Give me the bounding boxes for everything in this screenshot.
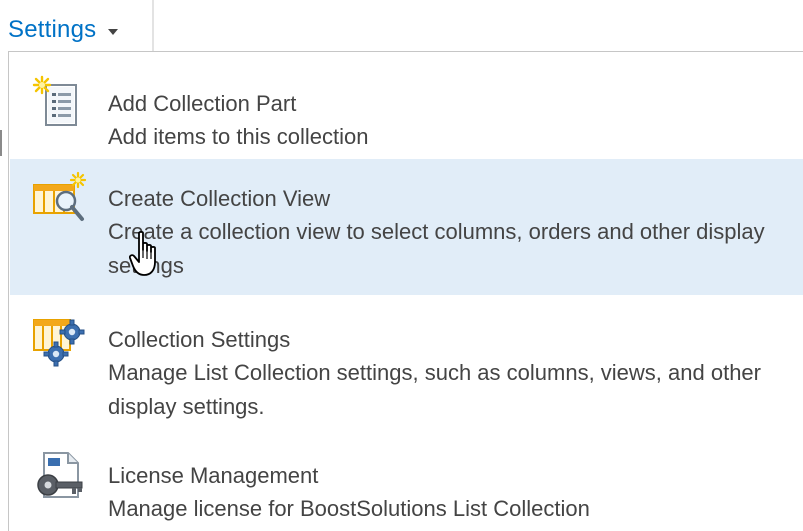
- menu-item-text: Add Collection Part Add items to this co…: [108, 88, 792, 154]
- settings-menu-label: Settings: [8, 16, 97, 43]
- menu-item-description: Manage license for BoostSolutions List C…: [108, 496, 590, 521]
- menu-item-text: License Management Manage license for Bo…: [108, 460, 792, 526]
- menu-item-text: Create Collection View Create a collecti…: [108, 183, 792, 283]
- menu-item-text: Collection Settings Manage List Collecti…: [108, 324, 792, 424]
- settings-dropdown-menu: Add Collection Part Add items to this co…: [8, 51, 803, 531]
- menu-item-create-collection-view[interactable]: Create Collection View Create a collecti…: [10, 159, 803, 295]
- create-view-magnifier-icon: [33, 171, 87, 221]
- menu-item-title: Collection Settings: [108, 327, 291, 352]
- add-part-document-icon: [32, 75, 77, 126]
- menu-item-description: Add items to this collection: [108, 124, 369, 149]
- menu-item-collection-settings[interactable]: Collection Settings Manage List Collecti…: [10, 300, 803, 436]
- menu-item-description: Create a collection view to select colum…: [108, 219, 765, 278]
- menu-item-title: License Management: [108, 463, 319, 488]
- menu-item-description: Manage List Collection settings, such as…: [108, 360, 761, 419]
- page: Settings Add Collection Part Add items t…: [0, 0, 803, 531]
- page-edge-marker: [0, 130, 2, 156]
- license-key-icon: [37, 452, 83, 498]
- menu-item-title: Create Collection View: [108, 186, 331, 211]
- menu-item-title: Add Collection Part: [108, 91, 297, 116]
- menu-item-license-management[interactable]: License Management Manage license for Bo…: [10, 443, 803, 531]
- chevron-down-icon: [108, 28, 119, 35]
- settings-gears-icon: [33, 319, 85, 367]
- menu-item-add-collection-part[interactable]: Add Collection Part Add items to this co…: [10, 62, 803, 154]
